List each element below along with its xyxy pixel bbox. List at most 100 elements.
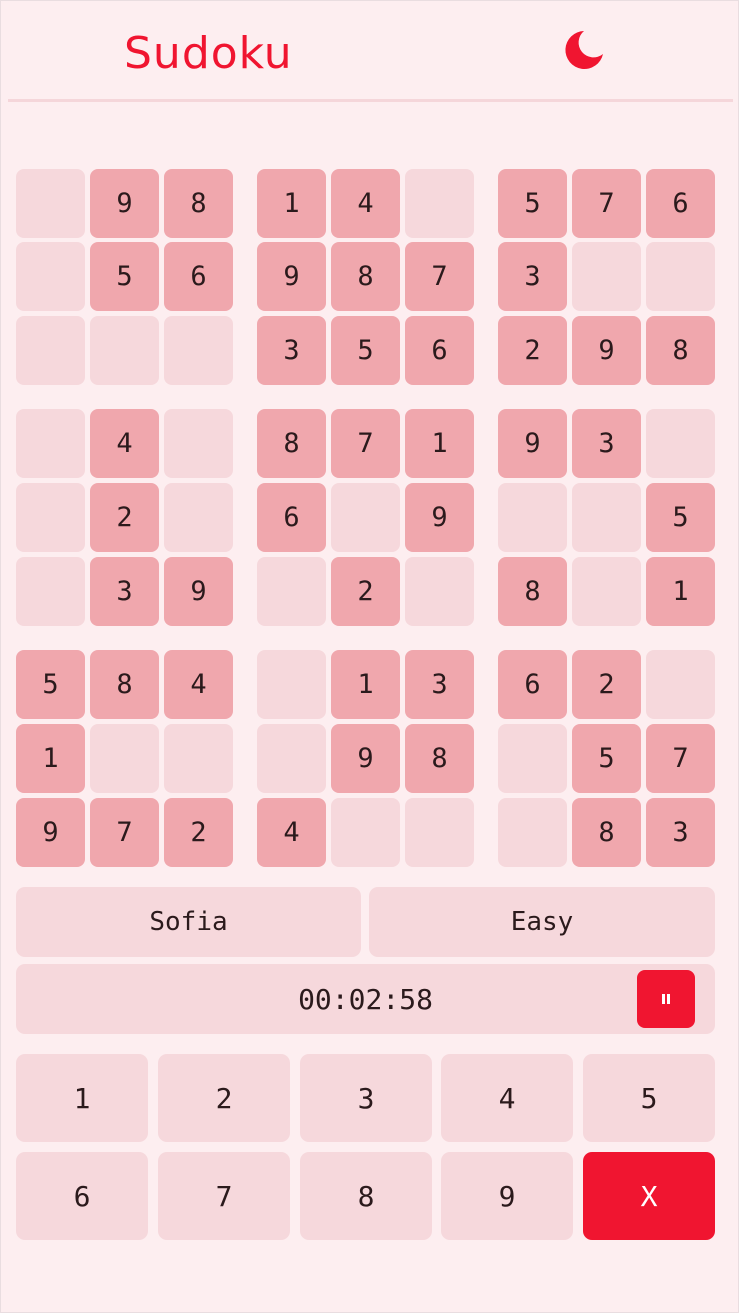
sudoku-cell[interactable] <box>16 316 85 385</box>
sudoku-cell[interactable]: 4 <box>164 650 233 719</box>
sudoku-cell[interactable]: 3 <box>498 242 567 311</box>
sudoku-cell[interactable]: 5 <box>16 650 85 719</box>
sudoku-cell[interactable]: 4 <box>257 798 326 867</box>
sudoku-cell[interactable]: 1 <box>331 650 400 719</box>
sudoku-cell[interactable] <box>646 409 715 478</box>
sudoku-cell[interactable]: 9 <box>405 483 474 552</box>
header: Sudoku <box>0 0 739 100</box>
sudoku-cell[interactable] <box>498 724 567 793</box>
sudoku-cell[interactable]: 9 <box>257 242 326 311</box>
sudoku-cell[interactable]: 1 <box>16 724 85 793</box>
sudoku-cell[interactable]: 3 <box>405 650 474 719</box>
sudoku-cell[interactable]: 3 <box>646 798 715 867</box>
sudoku-cell[interactable]: 8 <box>90 650 159 719</box>
sudoku-cell[interactable]: 6 <box>405 316 474 385</box>
sudoku-cell[interactable] <box>16 242 85 311</box>
sudoku-cell[interactable]: 3 <box>572 409 641 478</box>
digit-key-2[interactable]: 2 <box>158 1054 290 1142</box>
sudoku-cell[interactable] <box>572 242 641 311</box>
pause-icon <box>660 990 672 1009</box>
digit-key-7[interactable]: 7 <box>158 1152 290 1240</box>
sudoku-cell[interactable]: 1 <box>257 169 326 238</box>
sudoku-cell[interactable]: 2 <box>90 483 159 552</box>
sudoku-cell[interactable]: 9 <box>572 316 641 385</box>
sudoku-cell[interactable] <box>164 483 233 552</box>
sudoku-cell[interactable]: 9 <box>331 724 400 793</box>
digit-key-3[interactable]: 3 <box>300 1054 432 1142</box>
sudoku-cell[interactable] <box>646 650 715 719</box>
player-name-field[interactable]: Sofia <box>16 887 361 957</box>
sudoku-cell[interactable]: 9 <box>498 409 567 478</box>
pause-button[interactable] <box>637 970 695 1028</box>
sudoku-cell[interactable]: 2 <box>164 798 233 867</box>
sudoku-cell[interactable] <box>257 724 326 793</box>
erase-button[interactable]: X <box>583 1152 715 1240</box>
moon-icon[interactable] <box>562 28 606 72</box>
sudoku-cell[interactable]: 1 <box>646 557 715 626</box>
digit-key-5[interactable]: 5 <box>583 1054 715 1142</box>
sudoku-cell[interactable]: 9 <box>16 798 85 867</box>
digit-key-1[interactable]: 1 <box>16 1054 148 1142</box>
timer-display: 00:02:58 <box>298 982 433 1016</box>
digit-key-9[interactable]: 9 <box>441 1152 573 1240</box>
sudoku-cell[interactable]: 3 <box>90 557 159 626</box>
sudoku-cell[interactable]: 8 <box>646 316 715 385</box>
sudoku-cell[interactable]: 2 <box>572 650 641 719</box>
sudoku-cell[interactable]: 5 <box>572 724 641 793</box>
sudoku-cell[interactable] <box>164 409 233 478</box>
sudoku-cell[interactable]: 8 <box>498 557 567 626</box>
sudoku-cell[interactable] <box>331 483 400 552</box>
sudoku-cell[interactable]: 2 <box>331 557 400 626</box>
digit-key-4[interactable]: 4 <box>441 1054 573 1142</box>
sudoku-cell[interactable]: 6 <box>257 483 326 552</box>
sudoku-cell[interactable]: 9 <box>90 169 159 238</box>
sudoku-cell[interactable] <box>164 724 233 793</box>
sudoku-cell[interactable]: 4 <box>331 169 400 238</box>
sudoku-cell[interactable] <box>16 483 85 552</box>
sudoku-cell[interactable]: 4 <box>90 409 159 478</box>
sudoku-cell[interactable]: 2 <box>498 316 567 385</box>
sudoku-cell[interactable]: 9 <box>164 557 233 626</box>
sudoku-cell[interactable]: 5 <box>331 316 400 385</box>
digit-key-6[interactable]: 6 <box>16 1152 148 1240</box>
sudoku-cell[interactable] <box>257 557 326 626</box>
sudoku-cell[interactable]: 6 <box>164 242 233 311</box>
sudoku-cell[interactable] <box>164 316 233 385</box>
sudoku-cell[interactable] <box>405 557 474 626</box>
sudoku-cell[interactable]: 5 <box>90 242 159 311</box>
player-name: Sofia <box>149 907 228 937</box>
sudoku-cell[interactable] <box>90 316 159 385</box>
sudoku-cell[interactable]: 8 <box>405 724 474 793</box>
sudoku-cell[interactable]: 6 <box>646 169 715 238</box>
sudoku-cell[interactable]: 8 <box>257 409 326 478</box>
sudoku-cell[interactable] <box>498 798 567 867</box>
sudoku-cell[interactable] <box>16 409 85 478</box>
page-title: Sudoku <box>124 28 293 79</box>
sudoku-cell[interactable] <box>331 798 400 867</box>
sudoku-cell[interactable]: 8 <box>331 242 400 311</box>
sudoku-cell[interactable] <box>90 724 159 793</box>
sudoku-cell[interactable]: 8 <box>572 798 641 867</box>
digit-key-8[interactable]: 8 <box>300 1152 432 1240</box>
sudoku-cell[interactable]: 8 <box>164 169 233 238</box>
sudoku-cell[interactable] <box>646 242 715 311</box>
sudoku-cell[interactable]: 6 <box>498 650 567 719</box>
sudoku-cell[interactable]: 5 <box>646 483 715 552</box>
sudoku-cell[interactable] <box>405 798 474 867</box>
sudoku-cell[interactable] <box>16 169 85 238</box>
sudoku-cell[interactable] <box>572 557 641 626</box>
sudoku-cell[interactable]: 7 <box>572 169 641 238</box>
sudoku-cell[interactable] <box>16 557 85 626</box>
difficulty-selector[interactable]: Easy <box>369 887 715 957</box>
sudoku-cell[interactable]: 5 <box>498 169 567 238</box>
sudoku-cell[interactable] <box>572 483 641 552</box>
sudoku-cell[interactable] <box>498 483 567 552</box>
sudoku-cell[interactable]: 3 <box>257 316 326 385</box>
sudoku-cell[interactable] <box>405 169 474 238</box>
sudoku-cell[interactable]: 1 <box>405 409 474 478</box>
sudoku-cell[interactable]: 7 <box>405 242 474 311</box>
sudoku-cell[interactable] <box>257 650 326 719</box>
sudoku-cell[interactable]: 7 <box>90 798 159 867</box>
sudoku-cell[interactable]: 7 <box>646 724 715 793</box>
sudoku-cell[interactable]: 7 <box>331 409 400 478</box>
